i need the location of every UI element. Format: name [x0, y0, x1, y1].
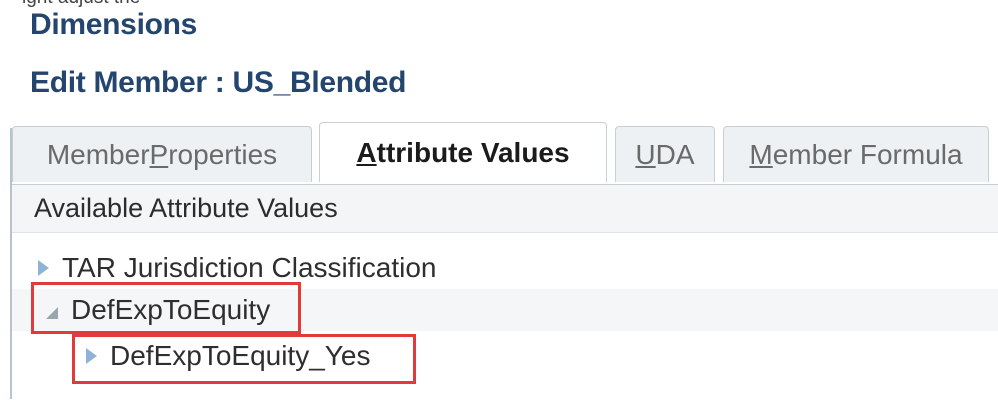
tab-label-accel: P: [149, 138, 169, 170]
tab-member-formula[interactable]: Member Formula: [723, 126, 989, 182]
tab-label-post: ttribute Values: [376, 136, 570, 168]
tab-bar: Member Properties Attribute Values U DA M…: [12, 122, 998, 184]
tree-row-defexptoequity-yes[interactable]: DefExpToEquity_Yes: [12, 335, 998, 377]
tree-row-label: DefExpToEquity: [71, 294, 271, 325]
tree-row-tar-jurisdiction[interactable]: TAR Jurisdiction Classification: [12, 247, 998, 289]
panel-header: Available Attribute Values: [12, 185, 998, 233]
tab-label-accel: A: [356, 136, 377, 168]
tab-member-properties[interactable]: Member Properties: [12, 126, 312, 182]
attribute-values-panel: Available Attribute Values TAR Jurisdict…: [12, 184, 998, 400]
tree-row-label: TAR Jurisdiction Classification: [62, 252, 437, 283]
tab-label-accel: M: [749, 138, 773, 170]
tab-label-accel: U: [635, 138, 656, 170]
triangle-right-icon[interactable]: [86, 348, 97, 364]
triangle-right-icon[interactable]: [38, 260, 49, 276]
tab-uda[interactable]: U DA: [615, 126, 715, 182]
edit-member-title: Edit Member : US_Blended: [30, 66, 407, 99]
tab-label-post: ember Formula: [772, 138, 963, 170]
triangle-down-icon[interactable]: [38, 307, 58, 319]
page-title: Dimensions: [30, 8, 198, 41]
tree-row-label: DefExpToEquity_Yes: [110, 340, 371, 371]
tab-attribute-values[interactable]: Attribute Values: [319, 122, 607, 182]
tab-label-pre: Member: [46, 138, 150, 170]
tab-label-post: DA: [655, 138, 695, 170]
tree-row-defexptoequity[interactable]: DefExpToEquity: [12, 289, 998, 331]
tab-label-post: roperties: [168, 138, 278, 170]
